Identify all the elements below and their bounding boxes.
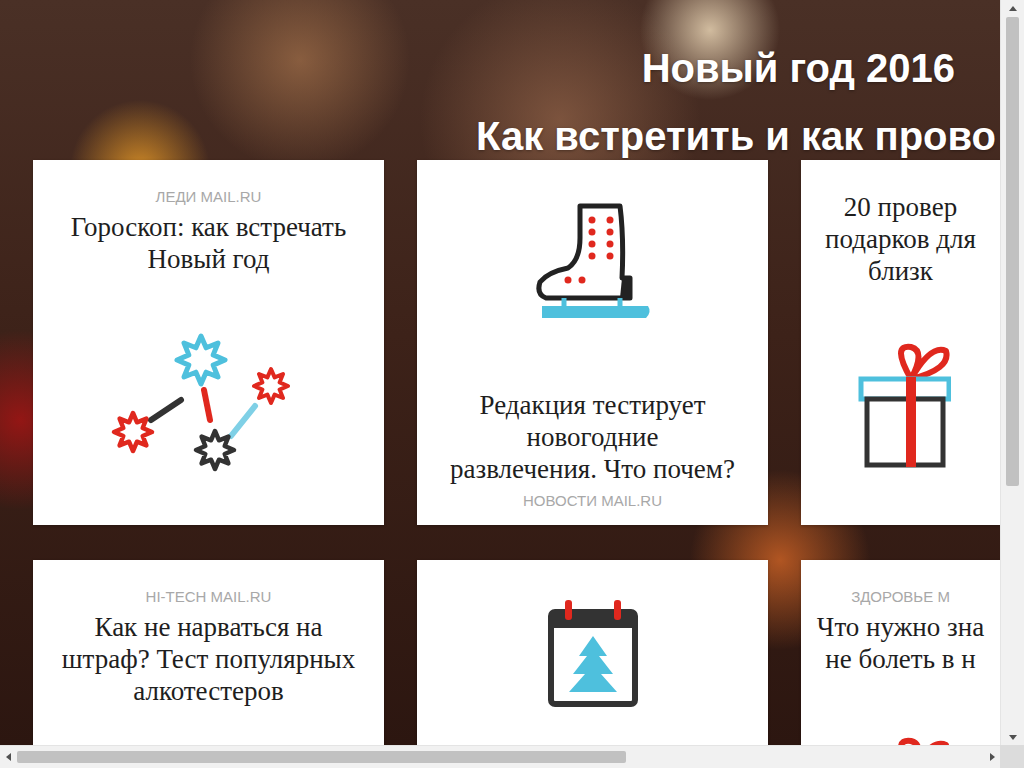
- browser-page: Новый год 2016 Как встретить и как прово Л…: [0, 0, 1024, 768]
- horizontal-scrollbar[interactable]: [0, 745, 1000, 768]
- card-illustration: [427, 598, 758, 708]
- card-title-line[interactable]: 20 провер: [844, 191, 957, 223]
- card-source[interactable]: ЛЕДИ MAIL.RU: [156, 187, 262, 207]
- card-illustration: [811, 681, 990, 745]
- card-title-line[interactable]: близк: [868, 255, 933, 287]
- scroll-track[interactable]: [17, 746, 983, 768]
- news-card[interactable]: ЛЕДИ MAIL.RU Гороскоп: как встречатьНовый…: [33, 160, 384, 525]
- page-header: Новый год 2016 Как встретить и как прово: [0, 0, 1000, 160]
- gift-icon: [851, 733, 951, 745]
- card-illustration: [43, 713, 374, 745]
- news-card[interactable]: 20 проверподарков дляблизк: [801, 160, 1000, 525]
- skate-icon: [528, 198, 658, 328]
- card-illustration: [43, 281, 374, 525]
- card-title-line[interactable]: штраф? Тест популярных: [62, 643, 355, 675]
- arrow-left-icon: [4, 752, 14, 762]
- page-subtitle: Как встретить и как прово: [476, 112, 1000, 160]
- card-title-line[interactable]: подарков для: [825, 223, 976, 255]
- scroll-thumb[interactable]: [17, 751, 626, 763]
- card-title-line[interactable]: развлечения. Что почем?: [450, 453, 735, 485]
- constellation-icon: [109, 328, 309, 478]
- card-title-line[interactable]: новогодние: [527, 421, 659, 453]
- card-title-line[interactable]: Гороскоп: как встречать: [71, 211, 346, 243]
- card-title[interactable]: Гороскоп: как встречатьНовый год: [71, 211, 346, 275]
- arrow-down-icon: [1008, 732, 1018, 742]
- page-title: Новый год 2016: [642, 44, 1000, 92]
- vertical-scrollbar[interactable]: [1000, 0, 1024, 745]
- card-grid: ЛЕДИ MAIL.RU Гороскоп: как встречатьНовый…: [0, 160, 1000, 745]
- news-card[interactable]: [417, 560, 768, 745]
- scroll-thumb[interactable]: [1006, 17, 1019, 486]
- scroll-left-button[interactable]: [0, 746, 17, 768]
- constellation-icon: [109, 744, 309, 745]
- card-title-line[interactable]: Что нужно зна: [817, 611, 984, 643]
- card-title-line[interactable]: Как не нарваться на: [94, 611, 322, 643]
- gift-icon: [851, 339, 951, 479]
- card-title-line[interactable]: Редакция тестирует: [480, 389, 706, 421]
- card-title[interactable]: Что нужно знане болеть в н: [817, 611, 984, 675]
- card-illustration: [811, 293, 990, 525]
- card-title-line[interactable]: не болеть в н: [825, 643, 975, 675]
- card-source[interactable]: НОВОСТИ MAIL.RU: [523, 491, 662, 511]
- card-illustration: [427, 198, 758, 328]
- card-title[interactable]: Как не нарваться наштраф? Тест популярны…: [62, 611, 355, 707]
- scroll-up-button[interactable]: [1001, 0, 1024, 17]
- card-source[interactable]: ЗДОРОВЬЕ М: [851, 587, 950, 607]
- arrow-up-icon: [1008, 4, 1018, 14]
- news-card[interactable]: ЗДОРОВЬЕ М Что нужно знане болеть в н: [801, 560, 1000, 745]
- scroll-down-button[interactable]: [1001, 728, 1024, 745]
- background-photo: Новый год 2016 Как встретить и как прово Л…: [0, 0, 1000, 745]
- calendar-icon: [543, 598, 643, 708]
- news-card[interactable]: HI-TECH MAIL.RU Как не нарваться наштраф?…: [33, 560, 384, 745]
- card-title[interactable]: 20 проверподарков дляблизк: [825, 191, 976, 287]
- scroll-track[interactable]: [1001, 17, 1024, 728]
- news-card[interactable]: Редакция тестируетновогодниеразвлечения.…: [417, 160, 768, 525]
- scroll-right-button[interactable]: [983, 746, 1000, 768]
- card-title[interactable]: Редакция тестируетновогодниеразвлечения.…: [450, 389, 735, 485]
- card-title-line[interactable]: Новый год: [148, 243, 270, 275]
- arrow-right-icon: [987, 752, 997, 762]
- scrollbar-corner: [1000, 745, 1024, 768]
- card-source[interactable]: HI-TECH MAIL.RU: [146, 587, 272, 607]
- card-title-line[interactable]: алкотестеров: [133, 675, 284, 707]
